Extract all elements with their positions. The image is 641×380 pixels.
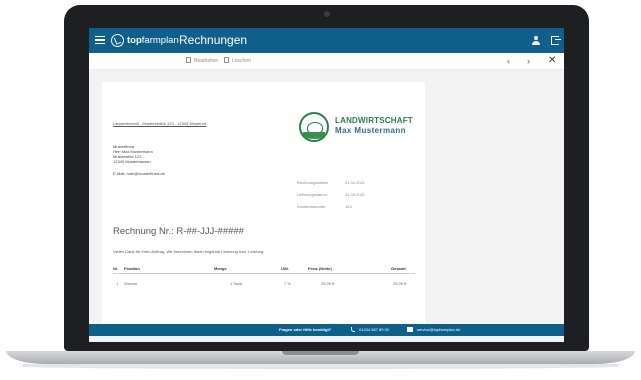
logout-icon[interactable]: [551, 36, 561, 45]
brand-bold: top: [127, 35, 142, 46]
phone-icon: [351, 327, 355, 332]
table-divider: [113, 273, 415, 274]
sender-line: Landwirtschaft - Musterstraße 123 - 1234…: [113, 121, 207, 126]
previous-button[interactable]: ‹: [507, 56, 510, 66]
help-email[interactable]: service@topfarmplan.de: [417, 327, 460, 333]
user-icon[interactable]: [532, 36, 540, 45]
screen-bottom-edge: [89, 336, 564, 342]
table-cell-menge: 1 Sack: [230, 281, 243, 286]
meta-value: 01.04.2021: [345, 180, 366, 185]
stage: topfarmplan Rechnungen Bearbeiten Lösche…: [0, 0, 641, 380]
column-header-menge: Menge: [214, 266, 227, 271]
menu-icon[interactable]: [95, 36, 105, 44]
help-question: Fragen oder Hilfe benötigt?: [279, 327, 332, 332]
recipient-email: E-Mail: max@musterfirma.de: [113, 171, 165, 176]
delete-label: Löschen: [232, 58, 251, 64]
table-cell-nr: 1: [116, 281, 119, 286]
invoice-intro: Vielen Dank für Ihren Auftrag. Wir berec…: [113, 249, 265, 254]
camera-icon: [324, 11, 330, 17]
meta-label: Rechnungsdatum: [297, 180, 329, 185]
table-cell-ust: 7 %: [284, 281, 291, 286]
next-button[interactable]: ›: [527, 56, 530, 66]
table-cell-gesamt: 25,00 €: [393, 281, 407, 286]
farm-logo-icon: [299, 112, 329, 142]
laptop-notch: [282, 351, 359, 355]
help-footer: Fragen oder Hilfe benötigt? 01234 567 89…: [89, 324, 564, 336]
invoice-title: Rechnung Nr.: R-##-JJJ-#####: [113, 226, 244, 237]
table-cell-preis: 25,00 €: [321, 281, 335, 286]
column-header-nr: Nr.: [113, 266, 119, 271]
trash-icon: [224, 57, 229, 63]
logo-name: Max Mustermann: [335, 126, 406, 135]
document-toolbar: Bearbeiten Löschen ‹ › ✕: [89, 53, 564, 70]
delete-button[interactable]: Löschen: [224, 57, 251, 65]
help-phone[interactable]: 01234 567 89 00: [359, 327, 389, 333]
edit-button[interactable]: Bearbeiten: [186, 57, 218, 65]
laptop-shadow: [22, 364, 619, 369]
column-header-ust: USt.: [281, 266, 289, 271]
meta-label: Lieferungsdatum: [297, 192, 327, 197]
page-title: Rechnungen: [179, 33, 248, 47]
edit-icon: [186, 57, 191, 63]
close-button[interactable]: ✕: [548, 55, 556, 66]
brand-rest: farmplan: [141, 35, 179, 46]
brand-logo-icon: [111, 34, 124, 47]
column-header-preis: Preis (Netto): [308, 266, 332, 271]
edit-label: Bearbeiten: [194, 58, 219, 64]
logo-title: LANDWIRTSCHAFT: [335, 116, 413, 125]
column-header-position: Position: [124, 266, 140, 271]
meta-label: Kundennummer: [297, 204, 326, 209]
app-header: topfarmplan Rechnungen: [89, 28, 564, 53]
recipient-line: 12345 Musterhausen: [113, 159, 151, 164]
mail-icon: [407, 327, 413, 332]
column-header-gesamt: Gesamt: [391, 266, 406, 271]
table-cell-position: Weizen: [124, 281, 138, 286]
document-viewer: Landwirtschaft - Musterstraße 123 - 1234…: [89, 70, 564, 324]
invoice-page: Landwirtschaft - Musterstraße 123 - 1234…: [102, 82, 425, 324]
meta-value: 123: [345, 204, 352, 209]
laptop-screen: topfarmplan Rechnungen Bearbeiten Lösche…: [89, 28, 564, 342]
meta-value: 01.04.2021: [345, 192, 366, 197]
brand-name: topfarmplan: [127, 34, 179, 47]
